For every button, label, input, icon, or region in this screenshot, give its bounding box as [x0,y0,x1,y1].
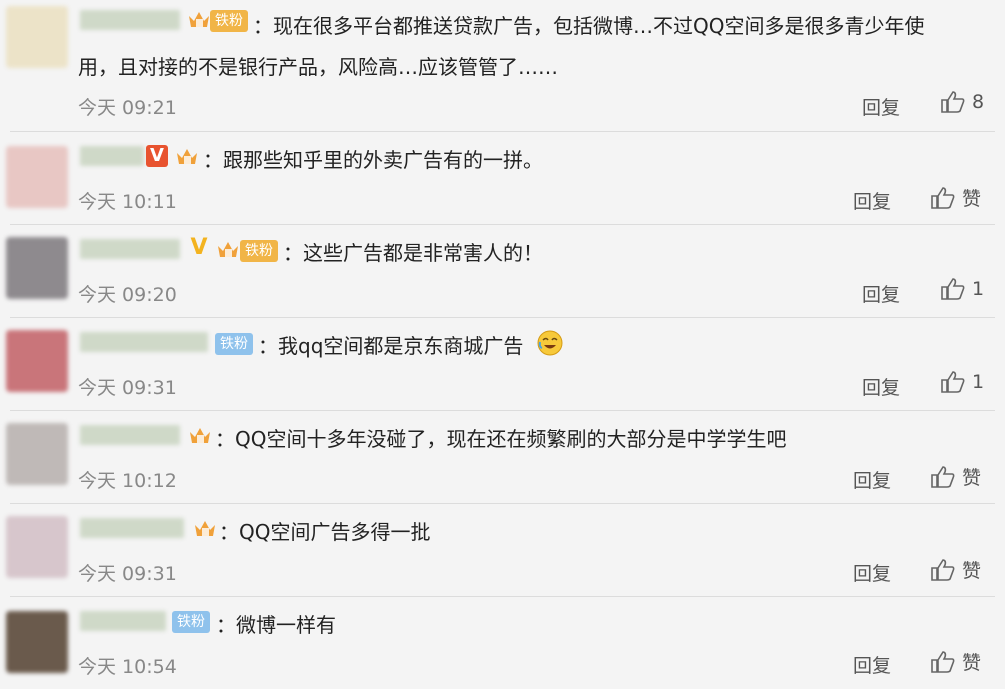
thumb-up-icon [931,186,955,209]
comment-item: ：QQ空间广告多得一批 今天 09:31 回复 赞 [0,504,1005,597]
comment-item: 铁粉 ：现在很多平台都推送贷款广告，包括微博…不过QQ空间多是很多青少年使 用，… [0,0,1005,132]
comment-time: 今天 10:54 [78,656,177,678]
like-count: 1 [972,371,985,393]
comment-time: 今天 09:20 [78,284,177,306]
username[interactable] [80,518,184,538]
comment-text: ：这些广告都是非常害人的！ [283,241,543,265]
comment-item: V ：跟那些知乎里的外卖广告有的一拼。 今天 10:11 回复 赞 [0,132,1005,225]
comment-item: 铁粉 ：我qq空间都是京东商城广告 今天 09:31 回复 1 [0,318,1005,411]
like-button[interactable]: 赞 [930,184,981,211]
comment-item: 铁粉 ：微博一样有 今天 10:54 回复 赞 [0,597,1005,689]
verified-badge: V [190,235,208,260]
comment-text: ：QQ空间广告多得一批 [219,520,431,544]
like-button[interactable]: 1 [940,370,984,394]
thumb-up-icon [931,558,955,581]
crown-fan-icon [177,149,197,164]
thumb-up-icon [931,650,955,673]
username[interactable] [80,10,180,30]
thumb-up-icon [941,278,965,300]
like-button[interactable]: 8 [940,90,984,114]
comment-text-cont: 用，且对接的不是银行产品，风险高…应该管管了…… [78,55,558,79]
fan-badge: 铁粉 [210,10,248,32]
reply-button[interactable]: 回复 [853,187,891,214]
comment-list: 铁粉 ：现在很多平台都推送贷款广告，包括微博…不过QQ空间多是很多青少年使 用，… [0,0,1005,689]
avatar[interactable] [6,146,68,208]
avatar[interactable] [6,330,68,392]
avatar[interactable] [6,423,68,485]
username[interactable] [80,425,180,445]
like-count: 赞 [962,467,982,489]
reply-button[interactable]: 回复 [853,651,891,678]
verified-badge: V [146,145,168,167]
like-button[interactable]: 1 [940,277,984,301]
avatar[interactable] [6,516,68,578]
comment-item: V 铁粉 ：这些广告都是非常害人的！ 今天 09:20 回复 1 [0,225,1005,318]
comment-text: ：我qq空间都是京东商城广告 [258,334,524,358]
avatar[interactable] [6,6,68,68]
like-count: 赞 [962,188,982,210]
username[interactable] [80,146,144,166]
reply-button[interactable]: 回复 [862,93,900,120]
username[interactable] [80,239,180,259]
reply-button[interactable]: 回复 [853,466,891,493]
comment-time: 今天 09:31 [78,377,177,399]
fan-badge: 铁粉 [215,333,253,355]
like-count: 赞 [962,652,982,674]
comment-time: 今天 10:11 [78,191,177,213]
like-button[interactable]: 赞 [930,556,981,583]
comment-text: ：QQ空间十多年没碰了，现在还在频繁刷的大部分是中学学生吧 [215,427,787,451]
comment-time: 今天 09:21 [78,97,177,119]
crown-fan-icon [190,428,210,443]
reply-button[interactable]: 回复 [862,280,900,307]
comment-item: ：QQ空间十多年没碰了，现在还在频繁刷的大部分是中学学生吧 今天 10:12 回… [0,411,1005,504]
comment-text: ：现在很多平台都推送贷款广告，包括微博…不过QQ空间多是很多青少年使 [253,14,925,38]
like-button[interactable]: 赞 [930,463,981,490]
thumb-up-icon [941,91,965,113]
avatar[interactable] [6,611,68,673]
fan-badge: 铁粉 [172,611,210,633]
thumb-up-icon [931,465,955,488]
username[interactable] [80,611,166,631]
like-count: 1 [972,278,985,300]
comment-text: ：微博一样有 [216,613,336,637]
comment-text: ：跟那些知乎里的外卖广告有的一拼。 [203,148,543,172]
reply-button[interactable]: 回复 [853,559,891,586]
crown-fan-icon [189,12,209,27]
crown-fan-icon [195,521,215,536]
like-count: 8 [972,91,985,113]
thumb-up-icon [941,371,965,393]
laugh-cry-emoji-icon [537,330,563,356]
username[interactable] [80,332,208,352]
crown-fan-icon [218,242,238,257]
like-button[interactable]: 赞 [930,648,981,675]
comment-time: 今天 09:31 [78,563,177,585]
avatar[interactable] [6,237,68,299]
like-count: 赞 [962,560,982,582]
fan-badge: 铁粉 [240,240,278,262]
comment-time: 今天 10:12 [78,470,177,492]
reply-button[interactable]: 回复 [862,373,900,400]
